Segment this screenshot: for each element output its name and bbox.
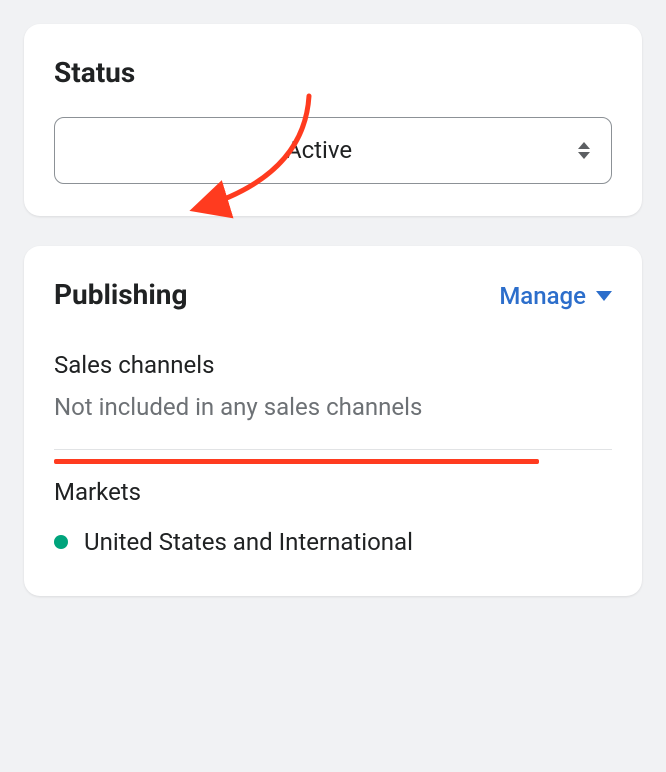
publishing-title: Publishing [54, 278, 187, 311]
publishing-header: Publishing Manage [54, 278, 612, 311]
annotation-underline [54, 459, 539, 464]
status-dot-icon [54, 535, 68, 549]
publishing-card: Publishing Manage Sales channels Not inc… [24, 246, 642, 596]
market-name: United States and International [84, 528, 413, 556]
status-select-wrap: Active [54, 117, 612, 184]
sales-channels-text: Not included in any sales channels [54, 393, 612, 421]
manage-button[interactable]: Manage [499, 282, 612, 310]
status-select[interactable]: Active [54, 117, 612, 184]
status-title: Status [54, 56, 612, 89]
divider [54, 449, 612, 450]
caret-down-icon [596, 291, 612, 301]
markets-label: Markets [54, 478, 612, 506]
sales-channels-label: Sales channels [54, 351, 612, 379]
status-select-value: Active [286, 136, 352, 164]
status-card: Status Active [24, 24, 642, 216]
market-row: United States and International [54, 528, 612, 556]
manage-label: Manage [499, 282, 586, 310]
